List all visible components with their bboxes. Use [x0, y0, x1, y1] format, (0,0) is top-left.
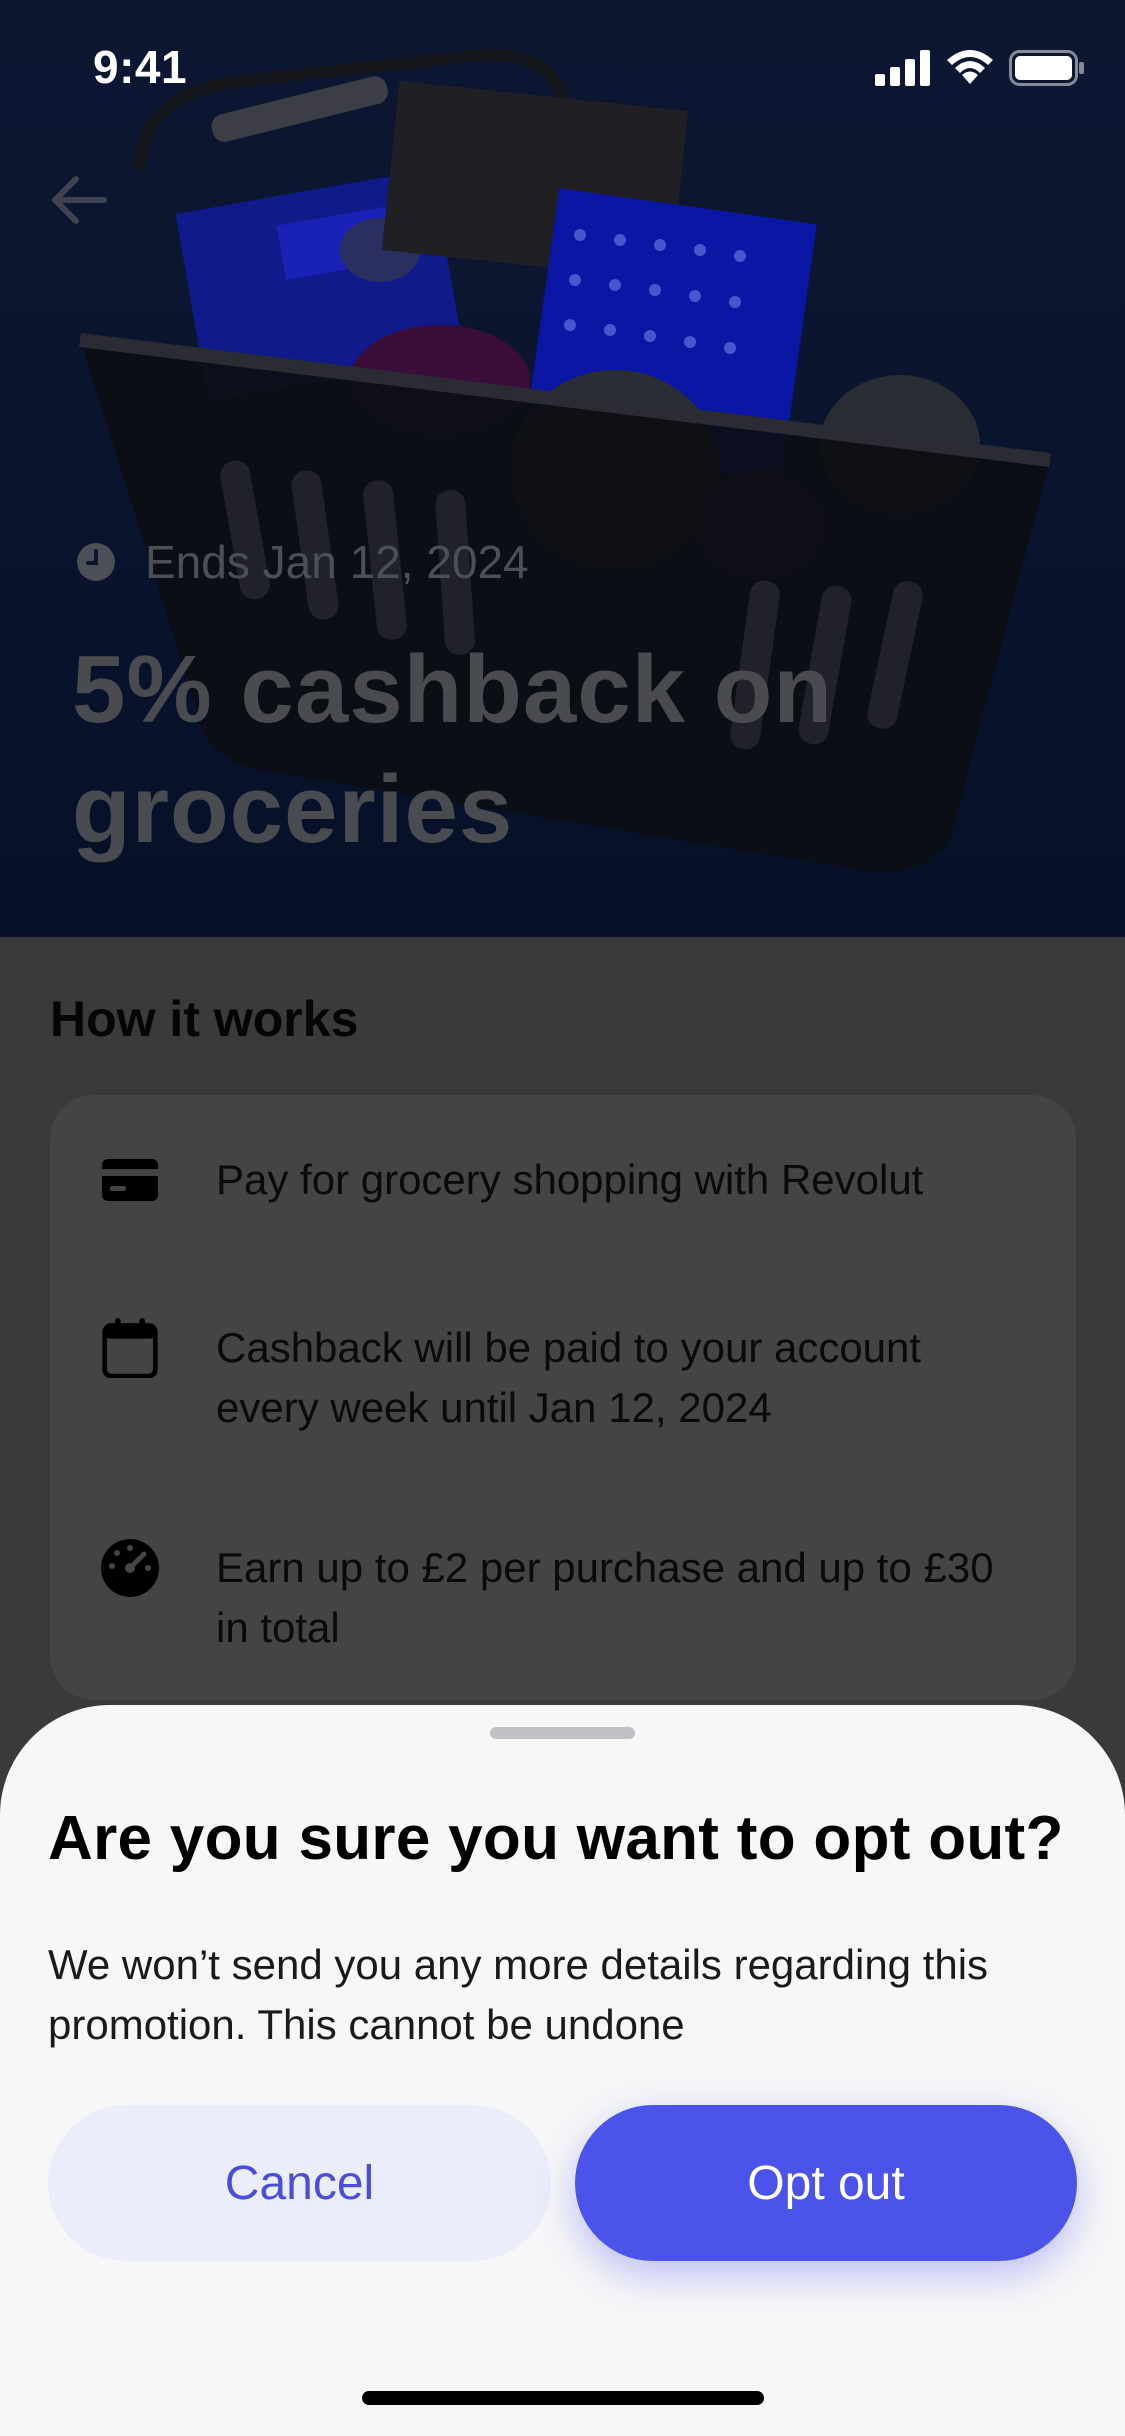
- home-indicator: [362, 2391, 764, 2405]
- list-item: Cashback will be paid to your account ev…: [100, 1318, 1016, 1438]
- battery-icon: [1009, 50, 1084, 86]
- status-bar: 9:41: [0, 0, 1125, 140]
- how-item-text: Pay for grocery shopping with Revolut: [216, 1156, 924, 1203]
- sheet-grabber[interactable]: [490, 1727, 635, 1739]
- status-icons: [875, 50, 1085, 86]
- how-it-works-heading: How it works: [50, 991, 359, 1047]
- sheet-description: We won’t send you any more details regar…: [48, 1941, 989, 2048]
- status-time: 9:41: [93, 41, 188, 93]
- calendar-icon: [102, 1318, 158, 1378]
- how-it-works-card: Pay for grocery shopping with Revolut Ca…: [50, 1095, 1076, 1700]
- how-item-text: Cashback will be paid to your account ev…: [216, 1324, 922, 1431]
- promotion-title: 5% cashback on groceries: [72, 636, 833, 863]
- how-item-text: Earn up to £2 per purchase and up to £30…: [216, 1544, 994, 1651]
- promotion-end-date: Ends Jan 12, 2024: [75, 535, 529, 589]
- cellular-signal-icon: [875, 50, 930, 86]
- back-button[interactable]: [44, 165, 114, 235]
- list-item: Earn up to £2 per purchase and up to £30…: [100, 1538, 1016, 1658]
- hero-banner: 9:41 Ends Jan 12, 2024 5% cashback on gr…: [0, 0, 1125, 937]
- card-icon: [102, 1159, 158, 1201]
- gauge-icon: [101, 1539, 159, 1597]
- wifi-icon: [947, 50, 993, 84]
- opt-out-confirmation-sheet: Are you sure you want to opt out? We won…: [0, 1705, 1125, 2436]
- opt-out-button[interactable]: Opt out: [575, 2105, 1077, 2261]
- list-item: Pay for grocery shopping with Revolut: [100, 1150, 1016, 1210]
- ends-label: Ends Jan 12, 2024: [145, 536, 529, 588]
- clock-icon: [77, 543, 115, 581]
- cancel-button[interactable]: Cancel: [48, 2105, 551, 2261]
- arrow-left-icon: [52, 176, 107, 224]
- sheet-title: Are you sure you want to opt out?: [48, 1804, 1064, 1873]
